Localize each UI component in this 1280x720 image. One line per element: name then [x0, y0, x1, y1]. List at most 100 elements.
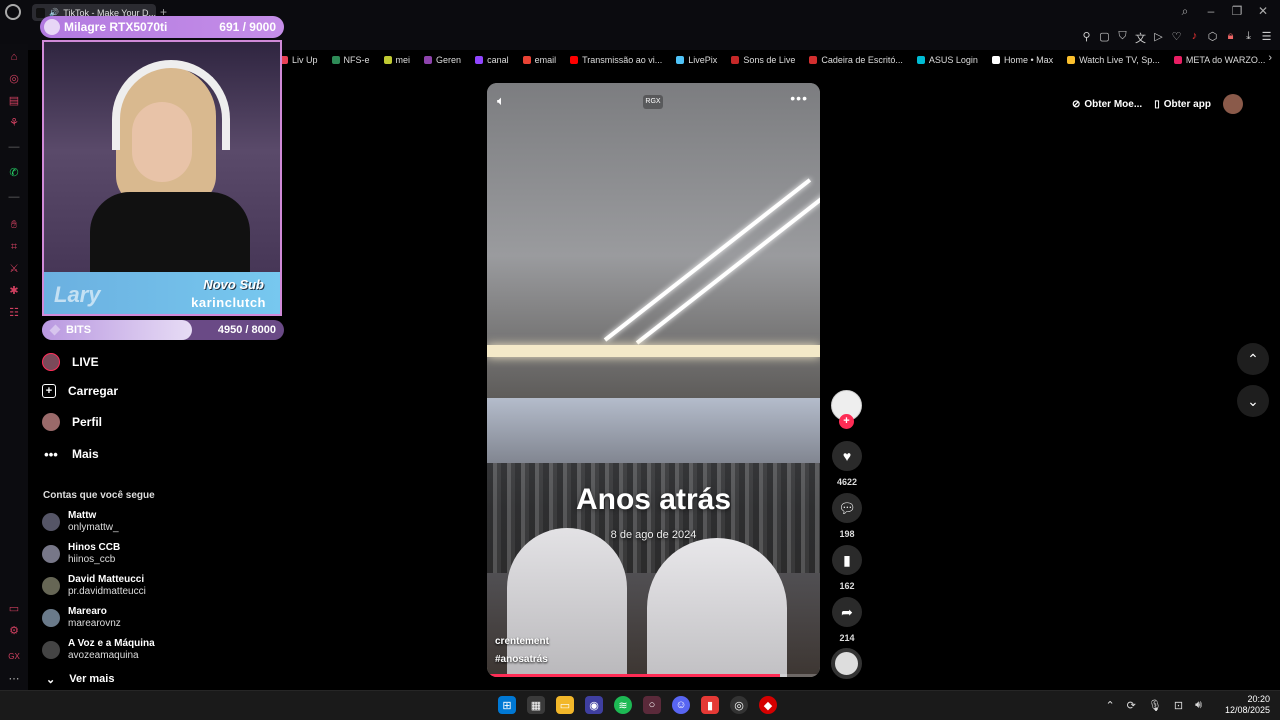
account-name: David Matteucci	[68, 574, 145, 585]
comment-button[interactable]: 💬︎ 198	[832, 493, 862, 539]
menu-icon[interactable]: ☰	[1261, 30, 1272, 46]
snapshot-icon[interactable]: ▢	[1099, 30, 1110, 46]
download-icon[interactable]: ⤓	[1243, 30, 1254, 46]
search-tabs-icon[interactable]: ⌕	[1178, 4, 1192, 19]
opera-gx-icon[interactable]: ○	[643, 696, 661, 714]
volume-tray-icon[interactable]: 🔊︎	[1195, 699, 1202, 712]
nav-more[interactable]: ••• Mais	[42, 445, 99, 463]
microphone-icon[interactable]: 🎙︎	[1148, 699, 1162, 712]
bookmark-item[interactable]: canal	[475, 52, 509, 68]
bookmark-icon[interactable]: ♡	[1171, 30, 1182, 46]
aria-icon[interactable]: ◎	[7, 72, 21, 86]
network-icon[interactable]: ⊡	[1174, 699, 1183, 712]
bookmark-item[interactable]: Home • Max	[991, 52, 1053, 68]
streamer-clothes	[90, 192, 250, 272]
goal-bar: Milagre RTX5070ti 691 / 9000	[40, 16, 284, 38]
bookmark-item[interactable]: META do WARZO...	[1173, 52, 1265, 68]
bookmark-favicon-icon	[1173, 56, 1182, 64]
following-account[interactable]: A Voz e a Máquina avozeamaquina	[42, 638, 155, 662]
following-account[interactable]: David Matteucci pr.davidmatteucci	[42, 574, 146, 598]
translate-icon[interactable]: 文	[1135, 30, 1146, 46]
bookmarks-more-icon[interactable]: ›	[1268, 52, 1272, 64]
share-button[interactable]: ➦ 214	[832, 597, 862, 643]
gx-icon[interactable]: GX	[7, 650, 21, 664]
bookmark-item[interactable]: Geren	[424, 52, 461, 68]
following-account[interactable]: Mattw onlymattw_	[42, 510, 119, 534]
clock[interactable]: 20:20 12/08/2025	[1225, 694, 1270, 716]
bookmark-favicon-icon	[424, 56, 433, 64]
account-handle: onlymattw_	[68, 522, 119, 533]
get-coins-button[interactable]: ⊘ Obter Moe...	[1072, 99, 1142, 110]
settings-icon[interactable]: ⚙	[7, 624, 21, 638]
bookmark-item[interactable]: NFS-e	[331, 52, 370, 68]
nav-upload[interactable]: + Carregar	[42, 384, 118, 398]
follow-button[interactable]: +	[839, 414, 854, 429]
bookmark-item[interactable]: LivePix	[676, 52, 717, 68]
play-icon[interactable]: ▷	[1153, 30, 1164, 46]
bookmark-item[interactable]: Watch Live TV, Sp...	[1067, 52, 1160, 68]
whatsapp-icon[interactable]: ✆	[7, 166, 21, 180]
sidebar-strip: ⌂ ◎ ▤ ⚘ — ✆ — ✋︎ ⌗ ⚔ ✱ ☷ ▭ ⚙ GX ⋯	[0, 44, 28, 694]
video-progress-bar[interactable]	[487, 674, 820, 677]
stream-app-icon[interactable]: ▮	[701, 696, 719, 714]
history-icon[interactable]: ☷	[7, 306, 21, 320]
like-button[interactable]: ♥ 4622	[832, 441, 862, 487]
lock-icon[interactable]: 🔒︎	[1225, 30, 1236, 46]
bookmark-item[interactable]: Transmissão ao vi...	[570, 52, 662, 68]
more-icon[interactable]: ⋯	[7, 672, 21, 686]
video-progress-fill	[487, 674, 781, 677]
close-button[interactable]: ✕	[1256, 4, 1270, 19]
video-player[interactable]: 🔈︎ RGX ••• Anos atrás 8 de ago de 2024 c…	[487, 83, 820, 677]
next-video-button[interactable]: ⌄	[1237, 385, 1269, 417]
spotify-icon[interactable]: ≋	[614, 696, 632, 714]
minimize-button[interactable]: –	[1204, 4, 1218, 19]
home-icon[interactable]: ⌂	[7, 50, 21, 64]
hand-icon[interactable]: ✋︎	[7, 218, 21, 232]
share-icon: ➦	[832, 597, 862, 627]
save-button[interactable]: ▮ 162	[832, 545, 862, 591]
nav-live[interactable]: LIVE	[42, 353, 99, 371]
app-icon[interactable]: ◉	[585, 696, 603, 714]
red-app-icon[interactable]: ◆	[759, 696, 777, 714]
bookmark-item[interactable]: Sons de Live	[731, 52, 795, 68]
following-account[interactable]: Marearo marearovnz	[42, 606, 121, 630]
video-author[interactable]: crentement	[495, 636, 549, 647]
bits-label: BITS	[66, 324, 92, 336]
music-disc[interactable]	[831, 648, 862, 679]
tabs-icon[interactable]: ▭	[7, 602, 21, 616]
map-icon[interactable]: ⌗	[7, 240, 21, 254]
user-avatar[interactable]	[1222, 94, 1243, 114]
video-ceiling	[487, 83, 820, 398]
store-icon[interactable]: ▦	[527, 696, 545, 714]
restore-button[interactable]: ❐	[1230, 4, 1244, 19]
bookmark-item[interactable]: Liv Up	[280, 52, 318, 68]
shield-icon[interactable]: ⛉	[1117, 30, 1128, 46]
bookmark-item[interactable]: email	[522, 52, 556, 68]
player-icon[interactable]: ▤	[7, 94, 21, 108]
tray-expand-icon[interactable]: ⌃	[1105, 699, 1114, 712]
more-options-icon[interactable]: •••	[790, 90, 808, 106]
account-avatar	[42, 641, 60, 659]
browser-logo-icon[interactable]	[5, 4, 21, 20]
discord-icon[interactable]: ☺	[672, 696, 690, 714]
previous-video-button[interactable]: ⌃	[1237, 343, 1269, 375]
following-account[interactable]: Hinos CCB hiinos_ccb	[42, 542, 120, 566]
video-hashtag[interactable]: #anosatrás	[495, 654, 548, 665]
obs-icon[interactable]: ◎	[730, 696, 748, 714]
get-app-button[interactable]: ▯ Obter app	[1154, 99, 1211, 110]
workspace-icon[interactable]: ⚘	[7, 116, 21, 130]
sync-icon[interactable]: ⟳	[1127, 699, 1136, 712]
windows-start-icon[interactable]: ⊞	[498, 696, 516, 714]
bug-icon[interactable]: ✱	[7, 284, 21, 298]
gaming-icon[interactable]: ⚔	[7, 262, 21, 276]
nav-profile[interactable]: Perfil	[42, 413, 102, 431]
volume-icon[interactable]: 🔈︎	[497, 93, 505, 109]
pin-icon[interactable]: ⚲	[1081, 30, 1092, 46]
file-explorer-icon[interactable]: ▭	[556, 696, 574, 714]
tiktok-extension-icon[interactable]: ♪	[1189, 30, 1200, 46]
see-more-button[interactable]: ⌄ Ver mais	[46, 673, 114, 686]
bookmark-item[interactable]: mei	[383, 52, 410, 68]
extensions-icon[interactable]: ⬡	[1207, 30, 1218, 46]
bookmark-item[interactable]: Cadeira de Escritó...	[809, 52, 903, 68]
bookmark-item[interactable]: ASUS Login	[916, 52, 978, 68]
